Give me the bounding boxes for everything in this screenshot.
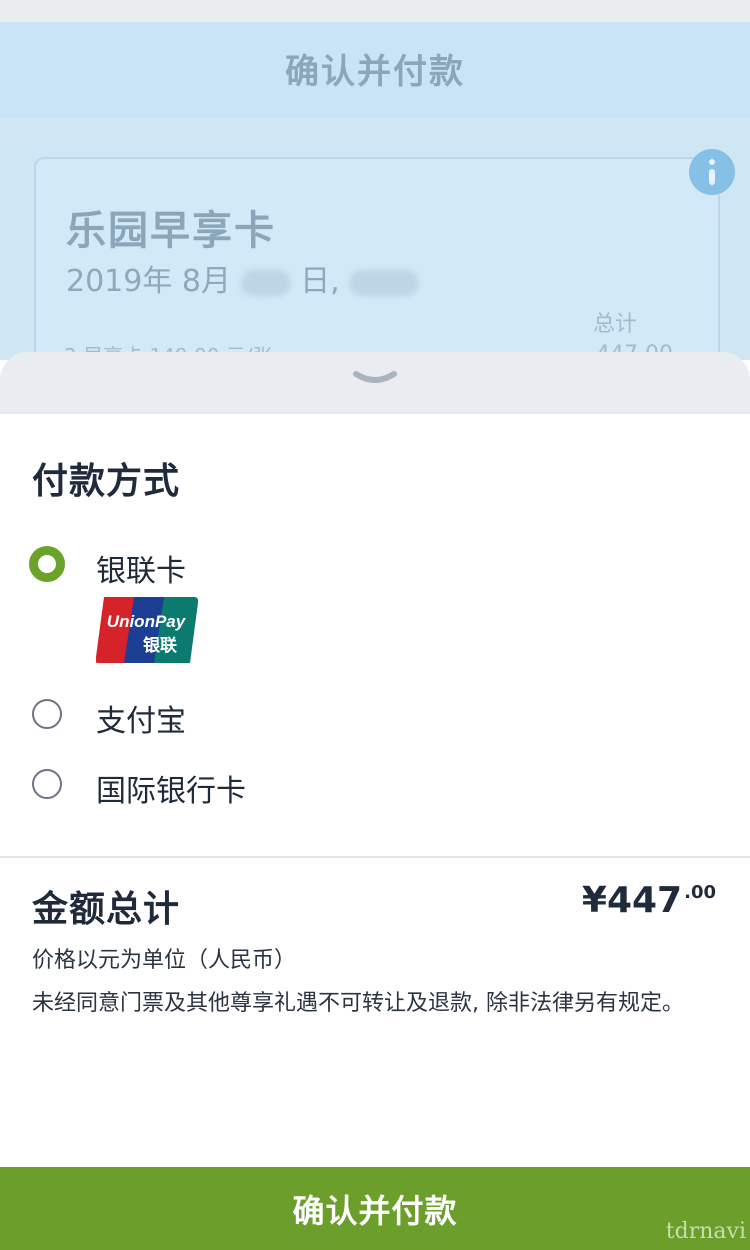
background-page-title: 确认并付款 bbox=[285, 52, 465, 92]
ticket-total-label: 总计 bbox=[593, 312, 638, 337]
status-bar bbox=[0, 0, 750, 22]
watermark: tdrnavi bbox=[665, 1219, 746, 1244]
ticket-title: 乐园早享卡 bbox=[66, 208, 276, 254]
redacted-weekday bbox=[349, 269, 420, 296]
unionpay-logo-cn-text: 银联 bbox=[143, 635, 177, 656]
radio-unselected-icon[interactable] bbox=[32, 699, 62, 729]
total-amount-value: ¥447.00 bbox=[582, 880, 716, 921]
payment-option-label: 支付宝 bbox=[96, 704, 186, 739]
payment-bottom-sheet: 付款方式 银联卡 UnionPay 银联 支付宝 国际银行卡 金额总计 ¥447… bbox=[0, 352, 750, 1250]
payment-option-intl-card[interactable]: 国际银行卡 bbox=[32, 764, 246, 809]
ticket-date-suffix: 日, bbox=[300, 264, 340, 299]
redacted-day bbox=[240, 269, 291, 296]
refund-policy-note: 未经同意门票及其他尊享礼遇不可转让及退款, 除非法律另有规定。 bbox=[32, 991, 684, 1016]
confirm-and-pay-button[interactable]: 确认并付款 bbox=[0, 1167, 750, 1250]
unionpay-logo: UnionPay 银联 bbox=[96, 597, 198, 663]
total-amount-main: ¥447 bbox=[581, 880, 683, 921]
radio-selected-icon[interactable] bbox=[29, 546, 65, 582]
payment-option-unionpay[interactable]: 银联卡 bbox=[29, 544, 186, 589]
sheet-handle-bar[interactable] bbox=[0, 352, 750, 414]
radio-unselected-icon[interactable] bbox=[32, 769, 62, 799]
payment-screen: 确认并付款 乐园早享卡 2019年 8月 日, 总计 2 早享卡 149.00 … bbox=[0, 0, 750, 1250]
section-divider bbox=[0, 856, 750, 858]
payment-option-alipay[interactable]: 支付宝 bbox=[32, 694, 186, 739]
total-amount-cents: .00 bbox=[684, 882, 716, 903]
ticket-date: 2019年 8月 日, bbox=[66, 256, 420, 300]
unionpay-logo-text: UnionPay bbox=[107, 612, 187, 631]
background-page: 确认并付款 乐园早享卡 2019年 8月 日, 总计 2 早享卡 149.00 … bbox=[0, 0, 750, 401]
currency-note: 价格以元为单位（人民币） bbox=[32, 948, 297, 973]
chevron-down-icon[interactable] bbox=[352, 370, 398, 390]
payment-option-label: 银联卡 bbox=[96, 554, 186, 589]
info-icon[interactable] bbox=[689, 149, 735, 195]
total-amount-label: 金额总计 bbox=[32, 889, 181, 930]
ticket-date-prefix: 2019年 8月 bbox=[66, 264, 231, 299]
payment-option-label: 国际银行卡 bbox=[96, 774, 246, 809]
payment-method-title: 付款方式 bbox=[32, 461, 181, 502]
